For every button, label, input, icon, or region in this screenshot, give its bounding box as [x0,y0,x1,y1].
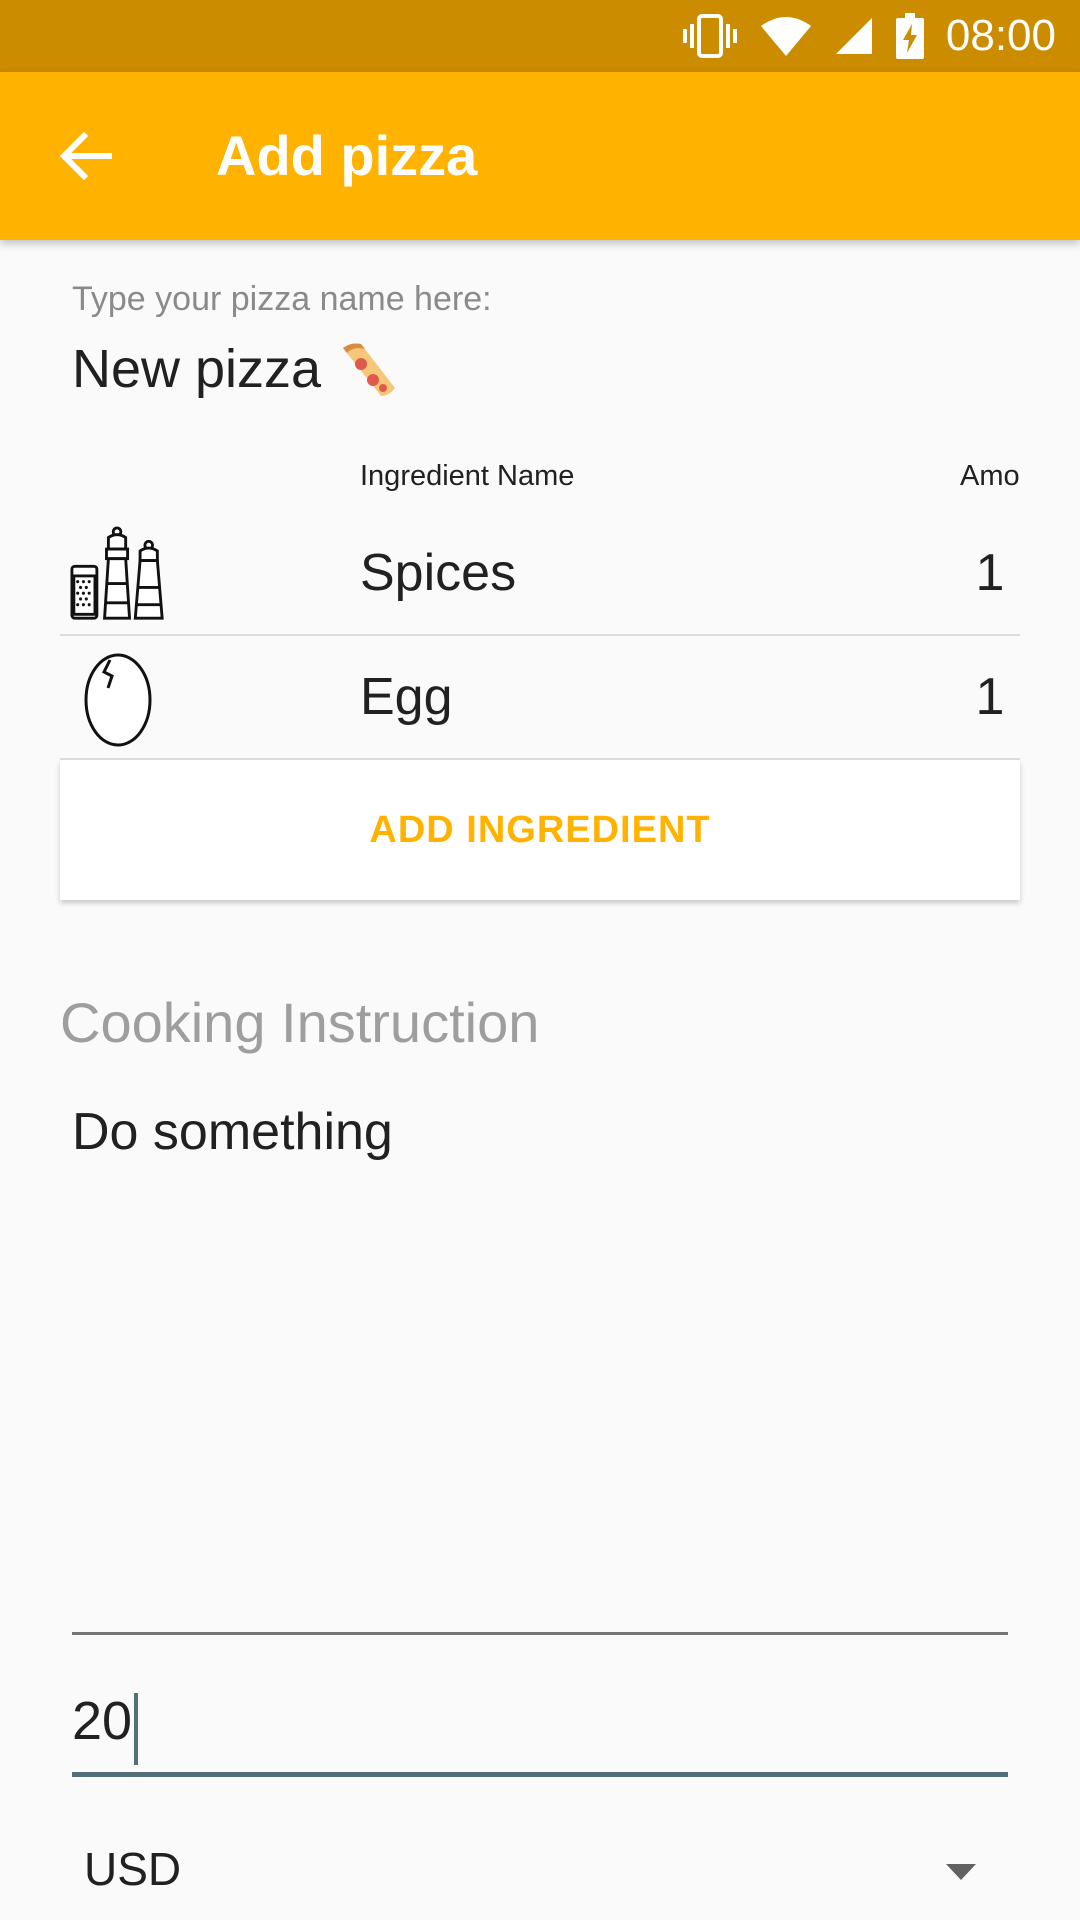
ingredient-amount: 1 [975,668,1005,726]
text-cursor [134,1692,139,1765]
salt-pepper-shakers-icon [70,526,166,622]
ingredient-amount: 1 [975,544,1005,602]
wifi-icon [760,16,812,56]
ingredients-table: Ingredient Name Amo Spices 1 Egg 1 ADD I… [60,446,1020,900]
currency-select[interactable]: USD [72,1820,1008,1920]
ingredients-header: Ingredient Name Amo [60,446,1020,512]
cooking-instruction-underline [72,1632,1008,1635]
price-input[interactable]: 20 [72,1690,1008,1776]
egg-icon [70,650,166,747]
ingredient-name: Egg [360,668,453,726]
cooking-instruction-title: Cooking Instruction [60,991,540,1054]
add-ingredient-label: ADD INGREDIENT [369,808,711,851]
pizza-name-value: New pizza [72,339,322,399]
pizza-name-input[interactable]: New pizza [72,338,399,400]
ingredient-row-spices[interactable]: Spices 1 [60,512,1020,636]
pizza-name-label: Type your pizza name here: [72,280,492,318]
ingredient-name: Spices [360,544,517,602]
page-title: Add pizza [216,124,478,187]
cell-signal-icon [834,16,874,56]
app-bar: Add pizza [0,72,1080,240]
vibrate-icon [682,14,738,58]
currency-selected-value: USD [84,1843,182,1895]
dropdown-arrow-icon [946,1864,976,1885]
battery-charging-icon [895,13,924,59]
price-value: 20 [72,1691,133,1751]
content-scroll[interactable]: Type your pizza name here: New pizza Ing… [0,240,1080,1920]
back-button[interactable] [44,114,128,198]
column-header-name: Ingredient Name [360,460,575,492]
price-input-underline [72,1772,1008,1777]
status-time: 08:00 [945,11,1056,60]
ingredient-row-egg[interactable]: Egg 1 [60,636,1020,760]
column-header-amount: Amo [960,460,1020,492]
add-ingredient-button[interactable]: ADD INGREDIENT [60,760,1020,900]
pizza-slice-icon [339,340,399,398]
status-bar: 08:00 [0,0,1080,72]
status-icons: 08:00 [660,0,1056,72]
cooking-instruction-input[interactable]: Do something [72,1102,393,1162]
arrow-back-icon [60,132,112,180]
